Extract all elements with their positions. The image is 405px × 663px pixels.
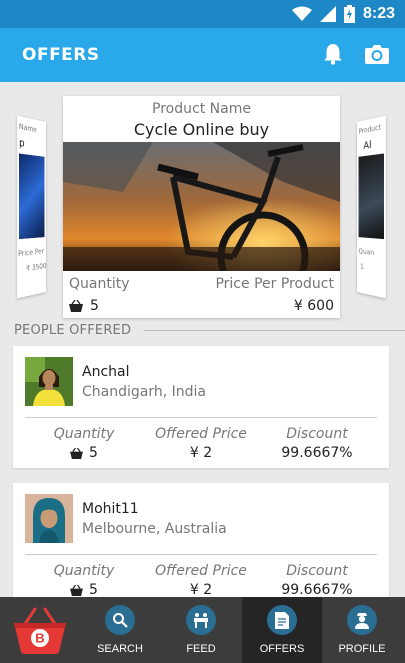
bell-icon[interactable]	[323, 43, 343, 65]
offer-card[interactable]: Anchal Chandigarh, India Quantity 5 Offe…	[13, 346, 389, 468]
side-card-name: p	[19, 137, 25, 151]
quantity-label: Quantity	[53, 426, 115, 442]
basket-logo-icon: B	[14, 607, 66, 654]
feed-icon	[194, 613, 208, 628]
discount-value: 99.6667%	[281, 582, 353, 598]
discount-label: Discount	[286, 563, 348, 579]
side-card-name-label: Name	[19, 122, 37, 135]
divider	[25, 417, 377, 418]
home-basket-button[interactable]: B	[12, 606, 68, 654]
tab-label: FEED	[186, 643, 216, 655]
price-value: ¥ 600	[293, 298, 334, 314]
product-quantity: 5	[69, 298, 99, 314]
offers-icon	[275, 611, 289, 629]
offer-price: Offered Price ¥ 2	[150, 563, 252, 598]
app-bar: OFFERS	[0, 28, 405, 82]
side-card-name: Al	[363, 139, 372, 153]
wifi-icon	[291, 6, 312, 21]
offered-price-label: Offered Price	[155, 426, 247, 442]
product-card[interactable]: Product Name Cycle Online buy Quantity P…	[63, 96, 340, 318]
tab-label: OFFERS	[259, 643, 305, 655]
signal-icon	[319, 6, 336, 22]
offered-price-label: Offered Price	[155, 563, 247, 579]
side-card-qty-label: Quan	[358, 247, 375, 258]
product-name-label: Product Name	[152, 101, 251, 117]
offerer-location: Chandigarh, India	[82, 384, 206, 400]
basket-icon	[70, 584, 83, 596]
discount-value: 99.6667%	[281, 445, 353, 461]
product-image	[63, 142, 340, 271]
carousel-card-previous[interactable]: Name p Price Per Product ₹ 35000	[17, 115, 46, 299]
tab-label: PROFILE	[338, 643, 386, 655]
quantity-label: Quantity	[69, 276, 130, 292]
page-title: OFFERS	[22, 45, 100, 65]
offer-discount: Discount 99.6667%	[275, 426, 359, 461]
quantity-value: 5	[89, 445, 98, 461]
tab-offers[interactable]: OFFERS	[242, 597, 322, 663]
discount-label: Discount	[286, 426, 348, 442]
offered-price-value: ¥ 2	[189, 445, 213, 461]
side-card-image	[19, 153, 45, 240]
offer-discount: Discount 99.6667%	[275, 563, 359, 598]
offer-quantity: Quantity 5	[43, 563, 125, 598]
price-per-product-label: Price Per Product	[215, 276, 334, 292]
avatar	[25, 357, 73, 406]
side-card-image	[358, 153, 384, 240]
divider	[25, 554, 377, 555]
home-badge-letter: B	[35, 631, 44, 646]
clock: 8:23	[362, 5, 395, 22]
camera-icon[interactable]	[365, 44, 389, 64]
quantity-label: Quantity	[53, 563, 115, 579]
product-carousel[interactable]: Name p Price Per Product ₹ 35000 Product…	[0, 82, 405, 322]
basket-icon	[69, 300, 83, 312]
offered-price-value: ¥ 2	[189, 582, 213, 598]
section-title: PEOPLE OFFERED	[14, 323, 132, 338]
status-bar: 8:23	[0, 0, 405, 28]
side-card-name-label: Product	[358, 123, 381, 136]
tab-search[interactable]: SEARCH	[80, 597, 160, 663]
side-card-price: ₹ 35000	[26, 261, 46, 274]
tab-feed[interactable]: FEED	[161, 597, 241, 663]
offerer-location: Melbourne, Australia	[82, 521, 227, 537]
quantity-value: 5	[89, 582, 98, 598]
product-name: Cycle Online buy	[133, 120, 270, 139]
profile-icon	[355, 612, 369, 629]
side-card-price-label: Price Per Product	[18, 245, 46, 259]
offer-quantity: Quantity 5	[43, 426, 125, 461]
offerer-name: Anchal	[82, 364, 130, 380]
tab-profile[interactable]: PROFILE	[322, 597, 402, 663]
tab-label: SEARCH	[97, 643, 143, 655]
avatar	[25, 494, 73, 543]
side-card-qty: 1	[360, 262, 364, 272]
search-icon	[113, 613, 128, 628]
quantity-value: 5	[90, 298, 99, 314]
section-divider	[144, 330, 405, 331]
basket-icon	[70, 447, 83, 459]
offerer-name: Mohit11	[82, 501, 139, 517]
offer-card[interactable]: Mohit11 Melbourne, Australia Quantity 5 …	[13, 483, 389, 605]
offer-price: Offered Price ¥ 2	[150, 426, 252, 461]
battery-icon	[343, 5, 355, 23]
carousel-card-next[interactable]: Product Al Quan 1	[357, 115, 386, 299]
